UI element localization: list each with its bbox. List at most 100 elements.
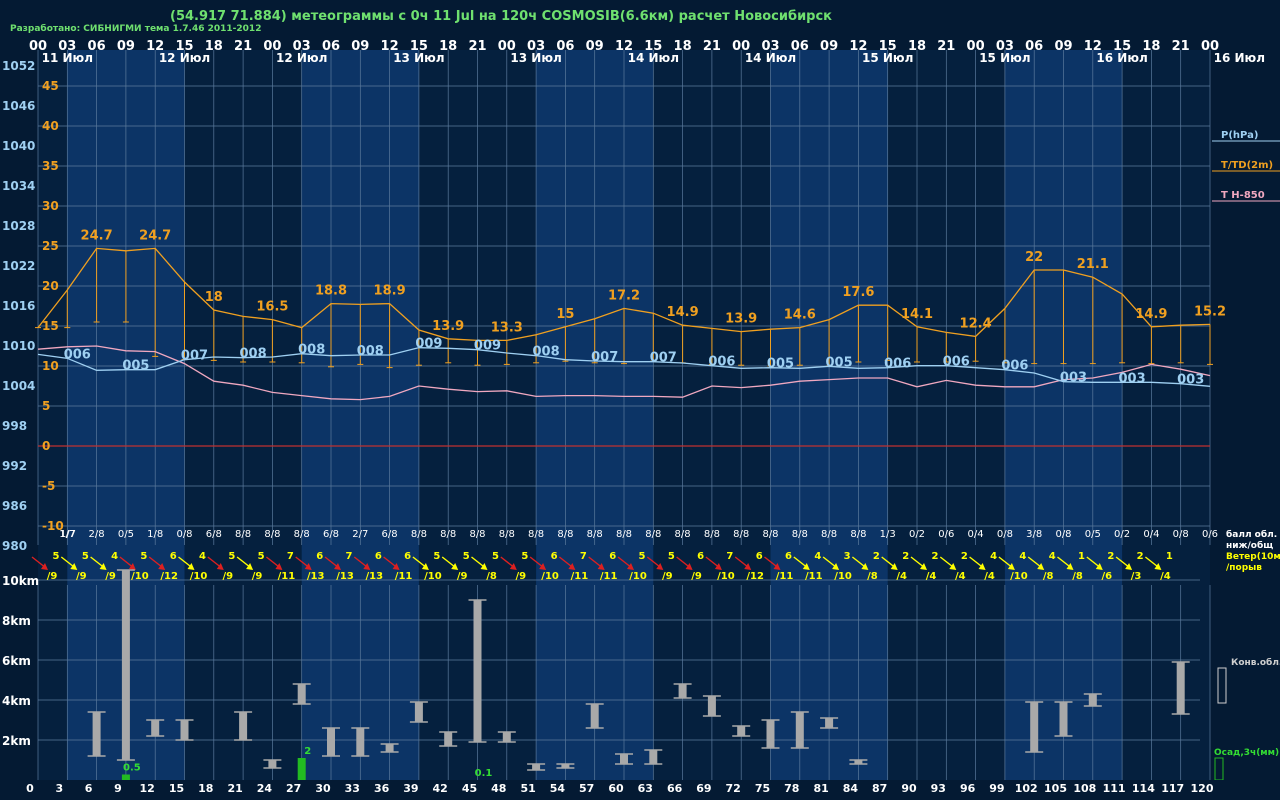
temperature-tick: 30 — [42, 199, 59, 213]
credit-text: Разработано: СИБНИГМИ тема 1.7.46 2011-2… — [10, 23, 261, 34]
cloud-cover-value: 1/3 — [880, 529, 896, 540]
cloud-cover-value: 0/2 — [1114, 529, 1130, 540]
wind-gust: /11 — [571, 571, 589, 582]
pressure-tick: 998 — [2, 419, 27, 433]
height-tick: 10km — [2, 574, 39, 588]
pressure-label: 005 — [826, 355, 853, 370]
cloud-cover-value: 8/8 — [762, 529, 778, 540]
meteogram-chart: (54.917 71.884) метеограммы с 0ч 11 Jul … — [0, 9, 1280, 800]
cloud-cover-value: 0/8 — [176, 529, 192, 540]
cloud-cover-value: 8/8 — [528, 529, 544, 540]
wind-gust: /11 — [805, 571, 823, 582]
pressure-label: 006 — [1001, 359, 1028, 374]
bottom-hour-tick: 6 — [85, 782, 93, 795]
temperature-label: 18.9 — [374, 284, 406, 299]
wind-speed: 1 — [1078, 551, 1085, 562]
wind-speed: 5 — [140, 551, 147, 562]
wind-label-2: /порыв — [1226, 563, 1262, 573]
wind-speed: 4 — [990, 551, 997, 562]
pressure-tick: 1052 — [2, 59, 35, 73]
pressure-label: 003 — [1177, 373, 1204, 388]
wind-speed: 6 — [404, 551, 411, 562]
bottom-hour-tick: 93 — [931, 782, 946, 795]
wind-speed: 4 — [814, 551, 821, 562]
wind-gust: /9 — [47, 571, 58, 582]
bottom-hour-tick: 99 — [989, 782, 1004, 795]
temperature-label: 17.2 — [608, 288, 640, 303]
bottom-hour-tick: 51 — [520, 782, 535, 795]
cloud-cover-label: балл обл. — [1226, 529, 1277, 540]
wind-gust: /9 — [105, 571, 116, 582]
bottom-hour-tick: 36 — [374, 782, 390, 795]
bottom-hour-tick: 15 — [169, 782, 184, 795]
pressure-tick: 1034 — [2, 179, 35, 193]
top-hour-tick: 21 — [234, 39, 252, 54]
pressure-tick: 1040 — [2, 139, 35, 153]
pressure-label: 008 — [357, 344, 384, 359]
cloud-cover-value: 0/5 — [1085, 529, 1101, 540]
pressure-label: 006 — [708, 355, 735, 370]
pressure-tick: 1022 — [2, 259, 35, 273]
wind-speed: 6 — [785, 551, 792, 562]
date-label: 12 Июл — [159, 51, 210, 65]
wind-gust: /9 — [222, 571, 233, 582]
top-hour-tick: 21 — [468, 39, 486, 54]
top-hour-tick: 21 — [1172, 39, 1190, 54]
wind-speed: 5 — [668, 551, 675, 562]
wind-gust: /10 — [424, 571, 442, 582]
bottom-hour-tick: 102 — [1015, 782, 1038, 795]
bottom-hour-tick: 66 — [667, 782, 683, 795]
cloud-cover-value: 8/8 — [645, 529, 661, 540]
cloud-cover-value: 0/8 — [1173, 529, 1189, 540]
cloud-cover-value: 8/8 — [616, 529, 632, 540]
cloud-cover-value: 0/6 — [938, 529, 954, 540]
bottom-hour-tick: 111 — [1103, 782, 1126, 795]
wind-gust: /13 — [307, 571, 325, 582]
pressure-tick: 980 — [2, 539, 27, 553]
top-hour-tick: 21 — [703, 39, 721, 54]
cloud-cover-value: 2/8 — [89, 529, 105, 540]
cloud-cover-value: 0/4 — [968, 529, 984, 540]
cloud-cover-value: 8/8 — [235, 529, 251, 540]
wind-gust: /9 — [252, 571, 263, 582]
cloud-cover-value: 8/8 — [850, 529, 866, 540]
wind-speed: 7 — [287, 551, 294, 562]
cloud-cover-value: 8/8 — [704, 529, 720, 540]
temperature-label: 22 — [1025, 250, 1043, 265]
cloud-cover-value: 8/8 — [294, 529, 310, 540]
wind-speed: 5 — [639, 551, 646, 562]
grid-lines — [37, 50, 1211, 780]
bottom-hour-tick: 9 — [114, 782, 122, 795]
wind-gust: /8 — [1043, 571, 1054, 582]
date-label: 13 Июл — [510, 51, 561, 65]
temperature-label: 24.7 — [139, 228, 171, 243]
pressure-label: 006 — [943, 355, 970, 370]
temperature-label: 15 — [556, 307, 574, 322]
temperature-label: 13.3 — [491, 320, 523, 335]
wind-gust: /10 — [131, 571, 149, 582]
temperature-tick: 35 — [42, 159, 59, 173]
cloud-layer-legend: Конв.обл. — [1217, 657, 1280, 704]
bottom-hour-tick: 117 — [1161, 782, 1184, 795]
temperature-label: 14.9 — [667, 305, 699, 320]
temperature-tick: 45 — [42, 79, 59, 93]
bottom-hour-tick: 96 — [960, 782, 976, 795]
wind-gust: /4 — [1160, 571, 1171, 582]
wind-gust: /9 — [691, 571, 702, 582]
temperature-label: 14.1 — [901, 307, 933, 322]
wind-speed: 7 — [580, 551, 587, 562]
wind-speed: 4 — [199, 551, 206, 562]
bottom-hour-tick: 45 — [462, 782, 477, 795]
wind-speed: 5 — [53, 551, 60, 562]
temperature-tick: 15 — [42, 319, 59, 333]
wind-label: Ветер(10м) — [1226, 552, 1280, 562]
temperature-label: 15.2 — [1194, 304, 1226, 319]
bottom-hour-tick: 87 — [872, 782, 887, 795]
bottom-hour-tick: 57 — [579, 782, 594, 795]
precipitation-legend: Осад,3ч(мм) — [1214, 748, 1279, 758]
bottom-hour-tick: 48 — [491, 782, 506, 795]
temperature-label: 24.7 — [81, 228, 113, 243]
cloud-cover-value: 8/8 — [557, 529, 573, 540]
wind-gust: /6 — [1101, 571, 1112, 582]
bottom-hour-tick: 18 — [198, 782, 213, 795]
